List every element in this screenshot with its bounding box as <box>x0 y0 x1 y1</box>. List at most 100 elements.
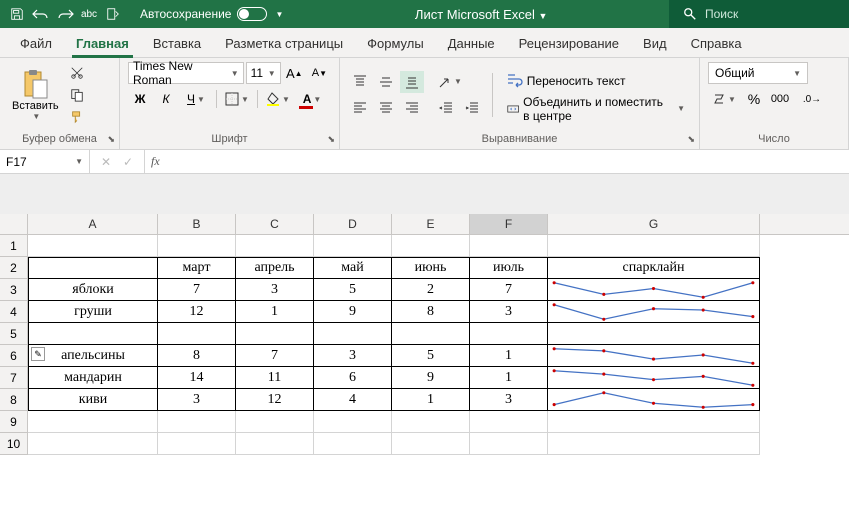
column-header-B[interactable]: B <box>158 214 236 234</box>
paste-button[interactable]: Вставить ▼ <box>8 66 63 123</box>
cell-D8[interactable]: 4 <box>314 389 392 411</box>
tab-рецензирование[interactable]: Рецензирование <box>507 30 631 57</box>
increase-indent-icon[interactable] <box>460 97 484 119</box>
smart-tag-icon[interactable]: ✎ <box>31 347 45 361</box>
cell-B4[interactable]: 12 <box>158 301 236 323</box>
cell-E7[interactable]: 9 <box>392 367 470 389</box>
tab-данные[interactable]: Данные <box>436 30 507 57</box>
cell-E10[interactable] <box>392 433 470 455</box>
row-header-2[interactable]: 2 <box>0 257 28 279</box>
cell-B10[interactable] <box>158 433 236 455</box>
cell-D6[interactable]: 3 <box>314 345 392 367</box>
align-right-icon[interactable] <box>400 97 424 119</box>
fx-icon[interactable]: fx <box>145 154 160 169</box>
align-left-icon[interactable] <box>348 97 372 119</box>
cell-D7[interactable]: 6 <box>314 367 392 389</box>
cell-B7[interactable]: 14 <box>158 367 236 389</box>
cell-F9[interactable] <box>470 411 548 433</box>
increase-decimal-icon[interactable]: .0→ <box>800 88 824 110</box>
cell-B9[interactable] <box>158 411 236 433</box>
row-header-9[interactable]: 9 <box>0 411 28 433</box>
row-header-1[interactable]: 1 <box>0 235 28 257</box>
tab-файл[interactable]: Файл <box>8 30 64 57</box>
cell-C7[interactable]: 11 <box>236 367 314 389</box>
redo-icon[interactable] <box>54 3 76 25</box>
cell-E1[interactable] <box>392 235 470 257</box>
tab-разметка страницы[interactable]: Разметка страницы <box>213 30 355 57</box>
cell-G3[interactable] <box>548 279 760 301</box>
column-header-A[interactable]: A <box>28 214 158 234</box>
row-header-10[interactable]: 10 <box>0 433 28 455</box>
tab-главная[interactable]: Главная <box>64 30 141 57</box>
select-all-corner[interactable] <box>0 214 28 234</box>
cell-C10[interactable] <box>236 433 314 455</box>
cell-F1[interactable] <box>470 235 548 257</box>
format-painter-icon[interactable] <box>67 107 87 127</box>
cut-icon[interactable] <box>67 63 87 83</box>
cell-E3[interactable]: 2 <box>392 279 470 301</box>
cell-E6[interactable]: 5 <box>392 345 470 367</box>
name-box[interactable]: F17▼ <box>0 150 90 173</box>
cell-A6[interactable]: ✎апельсины <box>28 345 158 367</box>
search-box[interactable]: Поиск <box>669 0 849 28</box>
cell-E2[interactable]: июнь <box>392 257 470 279</box>
cell-E8[interactable]: 1 <box>392 389 470 411</box>
cell-A5[interactable] <box>28 323 158 345</box>
cell-F8[interactable]: 3 <box>470 389 548 411</box>
cell-C8[interactable]: 12 <box>236 389 314 411</box>
cell-D1[interactable] <box>314 235 392 257</box>
row-header-3[interactable]: 3 <box>0 279 28 301</box>
dialog-launcher-icon[interactable]: ⬊ <box>327 134 335 145</box>
fill-color-icon[interactable]: ▼ <box>262 88 294 110</box>
column-header-C[interactable]: C <box>236 214 314 234</box>
font-color-icon[interactable]: A▼ <box>296 88 328 110</box>
copy-icon[interactable] <box>67 85 87 105</box>
undo-icon[interactable] <box>30 3 52 25</box>
cell-E4[interactable]: 8 <box>392 301 470 323</box>
decrease-indent-icon[interactable] <box>434 97 458 119</box>
orientation-icon[interactable]: ▼ <box>434 71 466 93</box>
cell-C2[interactable]: апрель <box>236 257 314 279</box>
confirm-formula-icon[interactable]: ✓ <box>118 152 138 172</box>
cell-A8[interactable]: киви <box>28 389 158 411</box>
cell-G8[interactable] <box>548 389 760 411</box>
align-center-icon[interactable] <box>374 97 398 119</box>
cell-D10[interactable] <box>314 433 392 455</box>
cell-C1[interactable] <box>236 235 314 257</box>
autosave-toggle[interactable] <box>237 7 267 21</box>
row-header-7[interactable]: 7 <box>0 367 28 389</box>
cell-F10[interactable] <box>470 433 548 455</box>
cell-B2[interactable]: март <box>158 257 236 279</box>
cell-G2[interactable]: спарклайн <box>548 257 760 279</box>
cell-B8[interactable]: 3 <box>158 389 236 411</box>
cell-G10[interactable] <box>548 433 760 455</box>
cancel-formula-icon[interactable]: ✕ <box>96 152 116 172</box>
cell-A7[interactable]: мандарин <box>28 367 158 389</box>
cell-D3[interactable]: 5 <box>314 279 392 301</box>
dialog-launcher-icon[interactable]: ⬊ <box>687 134 695 145</box>
cell-G1[interactable] <box>548 235 760 257</box>
decrease-font-icon[interactable]: A▼ <box>308 62 331 84</box>
number-format-combo[interactable]: Общий▼ <box>708 62 808 84</box>
cell-B3[interactable]: 7 <box>158 279 236 301</box>
column-header-G[interactable]: G <box>548 214 760 234</box>
cell-F6[interactable]: 1 <box>470 345 548 367</box>
align-top-icon[interactable] <box>348 71 372 93</box>
cell-F3[interactable]: 7 <box>470 279 548 301</box>
cell-A10[interactable] <box>28 433 158 455</box>
cell-F5[interactable] <box>470 323 548 345</box>
row-header-5[interactable]: 5 <box>0 323 28 345</box>
row-header-6[interactable]: 6 <box>0 345 28 367</box>
cell-C3[interactable]: 3 <box>236 279 314 301</box>
bold-button[interactable]: Ж <box>128 88 152 110</box>
wrap-text-button[interactable]: Переносить текст <box>501 68 691 94</box>
percent-icon[interactable]: % <box>742 88 766 110</box>
tab-справка[interactable]: Справка <box>679 30 754 57</box>
cell-D2[interactable]: май <box>314 257 392 279</box>
spellcheck-icon[interactable]: abc <box>78 3 100 25</box>
borders-icon[interactable]: ▼ <box>221 88 253 110</box>
align-middle-icon[interactable] <box>374 71 398 93</box>
underline-button[interactable]: Ч▼ <box>180 88 212 110</box>
column-header-D[interactable]: D <box>314 214 392 234</box>
cell-D5[interactable] <box>314 323 392 345</box>
